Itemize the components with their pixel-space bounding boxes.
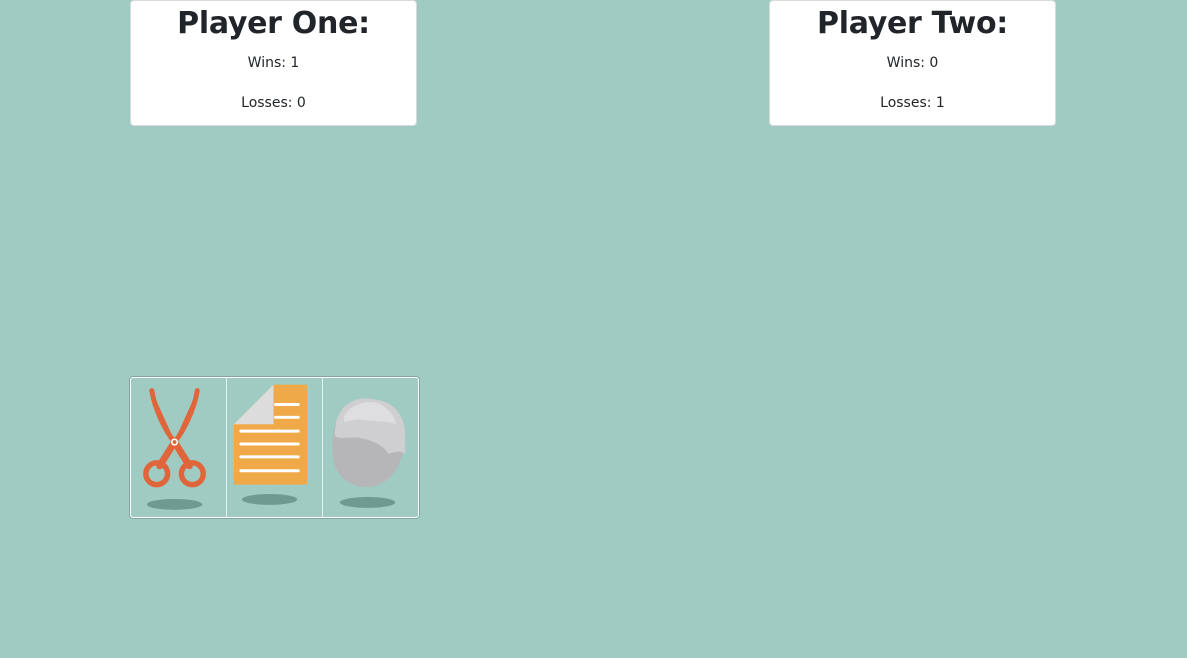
choice-panel bbox=[130, 377, 419, 518]
scissors-button[interactable] bbox=[131, 378, 226, 517]
player-one-title: Player One: bbox=[177, 6, 370, 41]
player-two-wins: Wins: 0 bbox=[886, 55, 939, 71]
rock-icon bbox=[332, 398, 406, 508]
rock-button[interactable] bbox=[322, 378, 418, 517]
player-one-card: Player One: Wins: 1 Losses: 0 bbox=[130, 0, 417, 126]
scissors-icon bbox=[143, 388, 206, 510]
paper-icon bbox=[233, 384, 308, 505]
player-two-title: Player Two: bbox=[817, 6, 1008, 41]
player-one-losses: Losses: 0 bbox=[241, 95, 306, 111]
player-two-card: Player Two: Wins: 0 Losses: 1 bbox=[769, 0, 1056, 126]
paper-button[interactable] bbox=[226, 378, 322, 517]
player-one-wins: Wins: 1 bbox=[247, 55, 300, 71]
player-two-losses: Losses: 1 bbox=[880, 95, 945, 111]
